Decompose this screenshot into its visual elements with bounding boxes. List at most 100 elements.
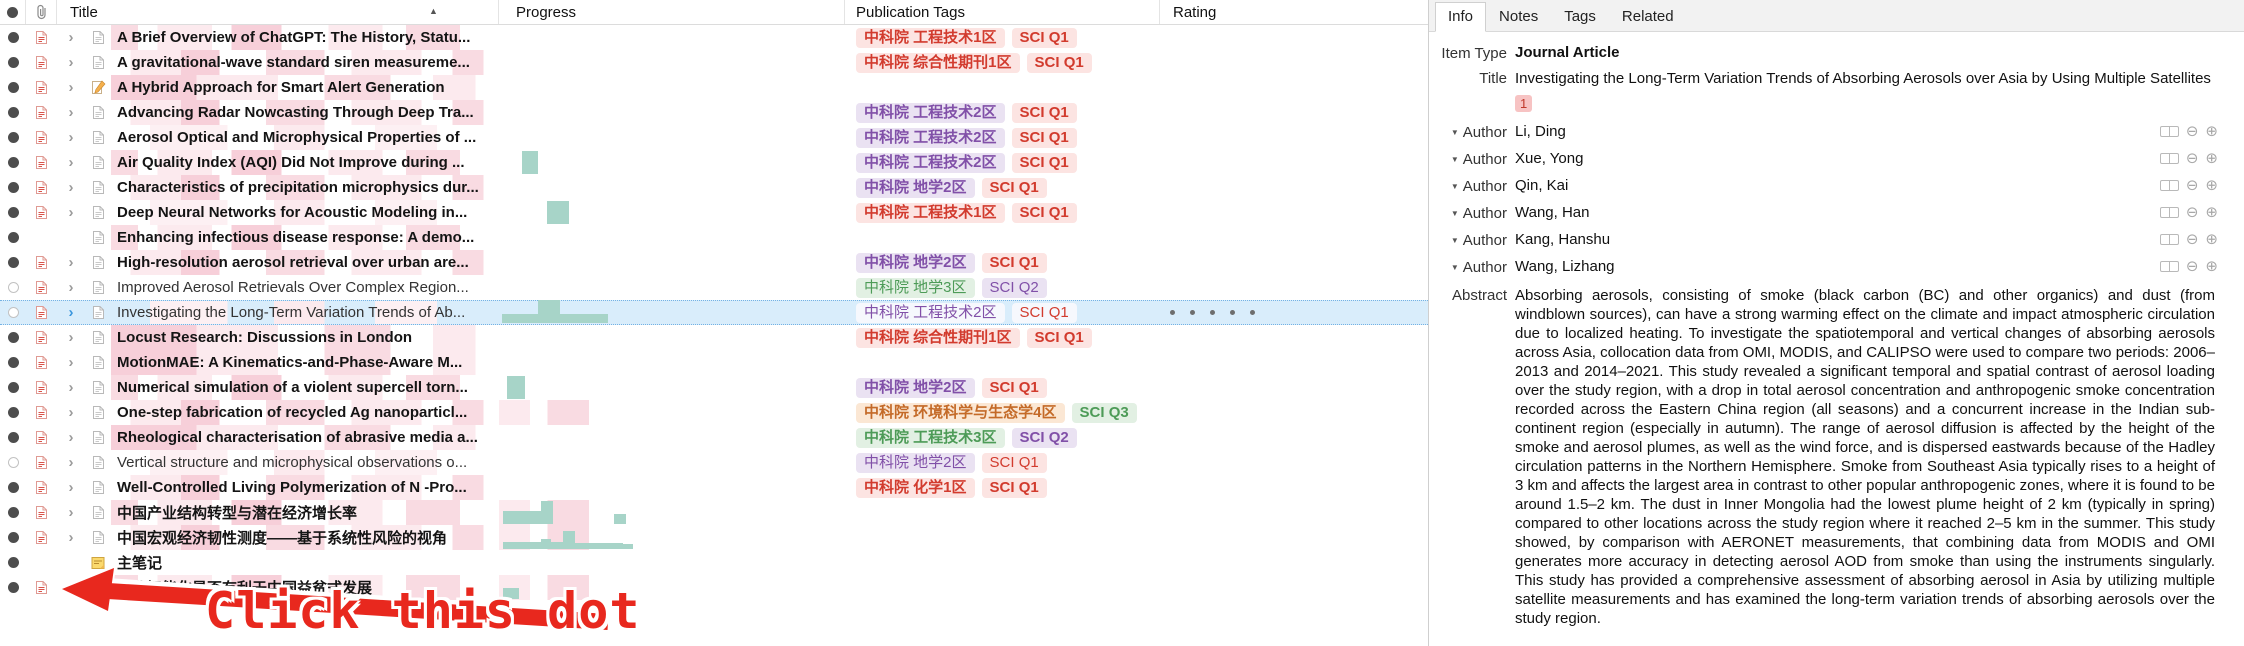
read-status-dot[interactable]: [8, 532, 19, 543]
table-row[interactable]: ›Air Quality Index (AQI) Did Not Improve…: [0, 150, 1428, 175]
chevron-right-icon[interactable]: ›: [57, 475, 85, 500]
table-row[interactable]: Enhancing infectious disease response: A…: [0, 225, 1428, 250]
table-row[interactable]: ›Rheological characterisation of abrasiv…: [0, 425, 1428, 450]
chevron-right-icon[interactable]: ›: [57, 375, 85, 400]
remove-author-icon[interactable]: ⊖: [2186, 259, 2199, 274]
author-name[interactable]: Kang, Hanshu: [1515, 231, 1610, 248]
table-row[interactable]: ›Characteristics of precipitation microp…: [0, 175, 1428, 200]
attachment-column-header[interactable]: [26, 0, 57, 24]
table-row[interactable]: ›High-resolution aerosol retrieval over …: [0, 250, 1428, 275]
table-row[interactable]: ›MotionMAE: A Kinematics-and-Phase-Aware…: [0, 350, 1428, 375]
table-row[interactable]: ›Well-Controlled Living Polymerization o…: [0, 475, 1428, 500]
remove-author-icon[interactable]: ⊖: [2186, 232, 2199, 247]
rating-dot[interactable]: [1250, 310, 1255, 315]
table-row[interactable]: ›Advancing Radar Nowcasting Through Deep…: [0, 100, 1428, 125]
table-row[interactable]: ›Locust Research: Discussions in London中…: [0, 325, 1428, 350]
rating-dot[interactable]: [1190, 310, 1195, 315]
rating-column-header[interactable]: Rating: [1160, 0, 1428, 24]
add-author-icon[interactable]: ⊕: [2205, 178, 2218, 193]
read-status-dot[interactable]: [8, 482, 19, 493]
author-name[interactable]: Xue, Yong: [1515, 150, 1583, 167]
author-name[interactable]: Li, Ding: [1515, 123, 1566, 140]
add-author-icon[interactable]: ⊕: [2205, 151, 2218, 166]
table-row[interactable]: ›One-step fabrication of recycled Ag nan…: [0, 400, 1428, 425]
chevron-right-icon[interactable]: ›: [57, 350, 85, 375]
tab-info[interactable]: Info: [1435, 2, 1486, 32]
author-options-chevron-icon[interactable]: ▼: [1451, 155, 1459, 164]
table-row[interactable]: ›Numerical simulation of a violent super…: [0, 375, 1428, 400]
read-status-dot[interactable]: [8, 282, 19, 293]
read-status-column-header[interactable]: [0, 0, 26, 24]
chevron-right-icon[interactable]: ›: [57, 275, 85, 300]
chevron-right-icon[interactable]: ›: [57, 125, 85, 150]
progress-column-header[interactable]: Progress: [499, 0, 845, 24]
read-status-dot[interactable]: [8, 207, 19, 218]
chevron-right-icon[interactable]: ›: [57, 50, 85, 75]
rating-dot[interactable]: [1170, 310, 1175, 315]
table-row[interactable]: ›Deep Neural Networks for Acoustic Model…: [0, 200, 1428, 225]
table-row[interactable]: ›Improved Aerosol Retrievals Over Comple…: [0, 275, 1428, 300]
author-options-chevron-icon[interactable]: ▼: [1451, 263, 1459, 272]
table-row[interactable]: ›A gravitational-wave standard siren mea…: [0, 50, 1428, 75]
switch-field-mode-icon[interactable]: [2160, 261, 2179, 272]
tab-related[interactable]: Related: [1609, 2, 1687, 32]
table-row[interactable]: 主笔记: [0, 550, 1428, 575]
publication-tags-column-header[interactable]: Publication Tags: [845, 0, 1160, 24]
read-status-dot[interactable]: [8, 232, 19, 243]
tab-notes[interactable]: Notes: [1486, 2, 1551, 32]
rating-dot[interactable]: [1210, 310, 1215, 315]
read-status-dot[interactable]: [8, 557, 19, 568]
add-author-icon[interactable]: ⊕: [2205, 124, 2218, 139]
chevron-right-icon[interactable]: ›: [57, 175, 85, 200]
chevron-right-icon[interactable]: ›: [57, 200, 85, 225]
read-status-dot[interactable]: [8, 507, 19, 518]
chevron-right-icon[interactable]: ›: [57, 301, 85, 324]
table-row[interactable]: ›中国产业结构转型与潜在经济增长率: [0, 500, 1428, 525]
chevron-right-icon[interactable]: ›: [57, 450, 85, 475]
chevron-right-icon[interactable]: ›: [57, 425, 85, 450]
read-status-dot[interactable]: [8, 182, 19, 193]
author-options-chevron-icon[interactable]: ▼: [1451, 128, 1459, 137]
table-row[interactable]: ›Aerosol Optical and Microphysical Prope…: [0, 125, 1428, 150]
chevron-right-icon[interactable]: ›: [57, 325, 85, 350]
switch-field-mode-icon[interactable]: [2160, 180, 2179, 191]
remove-author-icon[interactable]: ⊖: [2186, 151, 2199, 166]
table-row[interactable]: ›Vertical structure and microphysical ob…: [0, 450, 1428, 475]
read-status-dot[interactable]: [8, 332, 19, 343]
table-row[interactable]: ›Investigating the Long-Term Variation T…: [0, 300, 1428, 325]
add-author-icon[interactable]: ⊕: [2205, 205, 2218, 220]
add-author-icon[interactable]: ⊕: [2205, 232, 2218, 247]
title-column-header[interactable]: Title ▲: [57, 0, 499, 24]
author-options-chevron-icon[interactable]: ▼: [1451, 236, 1459, 245]
read-status-dot[interactable]: [8, 107, 19, 118]
read-status-dot[interactable]: [8, 257, 19, 268]
switch-field-mode-icon[interactable]: [2160, 234, 2179, 245]
author-name[interactable]: Wang, Han: [1515, 204, 1589, 221]
chevron-right-icon[interactable]: ›: [57, 75, 85, 100]
add-author-icon[interactable]: ⊕: [2205, 259, 2218, 274]
table-row[interactable]: ›A Brief Overview of ChatGPT: The Histor…: [0, 25, 1428, 50]
remove-author-icon[interactable]: ⊖: [2186, 178, 2199, 193]
chevron-right-icon[interactable]: ›: [57, 500, 85, 525]
chevron-right-icon[interactable]: ›: [57, 250, 85, 275]
chevron-right-icon[interactable]: ›: [57, 100, 85, 125]
remove-author-icon[interactable]: ⊖: [2186, 205, 2199, 220]
item-type-value[interactable]: Journal Article: [1515, 44, 1619, 61]
author-options-chevron-icon[interactable]: ▼: [1451, 182, 1459, 191]
read-status-dot[interactable]: [8, 32, 19, 43]
author-name[interactable]: Qin, Kai: [1515, 177, 1568, 194]
read-status-dot[interactable]: [8, 82, 19, 93]
read-status-dot[interactable]: [8, 307, 19, 318]
read-status-dot[interactable]: [8, 357, 19, 368]
chevron-right-icon[interactable]: ›: [57, 575, 85, 600]
table-row[interactable]: ›中国宏观经济韧性测度——基于系统性风险的视角: [0, 525, 1428, 550]
read-status-dot[interactable]: [8, 432, 19, 443]
rating-dot[interactable]: [1230, 310, 1235, 315]
read-status-dot[interactable]: [8, 582, 19, 593]
author-options-chevron-icon[interactable]: ▼: [1451, 209, 1459, 218]
chevron-right-icon[interactable]: ›: [57, 400, 85, 425]
read-status-dot[interactable]: [8, 407, 19, 418]
read-status-dot[interactable]: [8, 157, 19, 168]
read-status-dot[interactable]: [8, 132, 19, 143]
read-status-dot[interactable]: [8, 457, 19, 468]
